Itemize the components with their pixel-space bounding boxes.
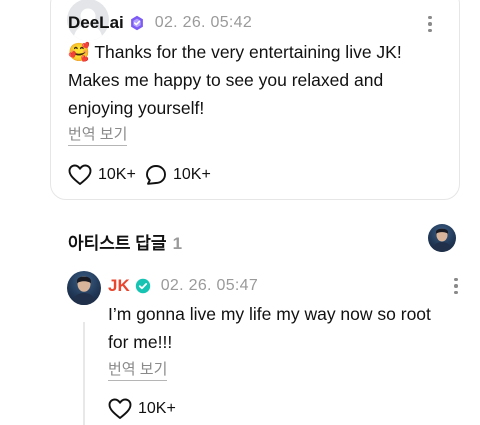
comment-text: 🥰 Thanks for the very entertaining live …	[68, 38, 402, 122]
reply-text: I’m gonna live my life my way now so roo…	[108, 300, 431, 356]
reply-text-line-1: I’m gonna live my life my way now so roo…	[108, 304, 431, 324]
artist-photo-icon	[72, 276, 96, 305]
heart-icon	[108, 398, 132, 419]
reply-translate-link[interactable]: 번역 보기	[108, 358, 168, 381]
artist-reply-title: 아티스트 답글	[68, 234, 167, 253]
verified-badge-icon	[135, 278, 150, 294]
speech-bubble-icon	[146, 165, 166, 185]
comment-translate-link[interactable]: 번역 보기	[68, 123, 128, 146]
reply-header: JK 02. 26. 05:47	[108, 276, 258, 296]
comment-username[interactable]: DeeLai	[68, 13, 124, 33]
comment-reply-button[interactable]: 10K+	[145, 164, 211, 186]
comment-header: DeeLai 02. 26. 05:42	[68, 13, 252, 33]
reply-timestamp: 02. 26. 05:47	[160, 277, 259, 294]
reply-like-button[interactable]: 10K+	[108, 398, 176, 420]
reply-username[interactable]: JK	[108, 276, 130, 296]
comment-timestamp: 02. 26. 05:42	[154, 14, 253, 31]
artist-avatar-small[interactable]	[428, 224, 456, 252]
heart-icon	[68, 164, 92, 185]
reply-like-count: 10K+	[138, 400, 176, 417]
reply-avatar[interactable]	[67, 271, 101, 305]
artist-reply-count: 1	[172, 234, 183, 253]
comment-text-line-1: Thanks for the very entertaining live JK…	[94, 42, 402, 62]
comment-more-options-icon[interactable]	[420, 12, 440, 36]
artist-photo-icon	[432, 228, 452, 252]
comment-text-line-2: Makes me happy to see you relaxed and	[68, 70, 384, 90]
reply-thread-line	[83, 322, 85, 425]
verified-badge-icon	[130, 15, 143, 31]
comment-reply-count: 10K+	[173, 166, 211, 183]
reply-more-options-icon[interactable]	[446, 274, 466, 298]
comment-text-line-3: enjoying yourself!	[68, 98, 205, 118]
comment-like-count: 10K+	[98, 166, 136, 183]
smiling-hearts-emoji: 🥰	[68, 42, 90, 62]
comment-like-button[interactable]: 10K+	[68, 164, 136, 186]
artist-reply-section-title: 아티스트 답글 1	[68, 229, 182, 254]
reply-text-line-2: for me!!!	[108, 332, 173, 352]
